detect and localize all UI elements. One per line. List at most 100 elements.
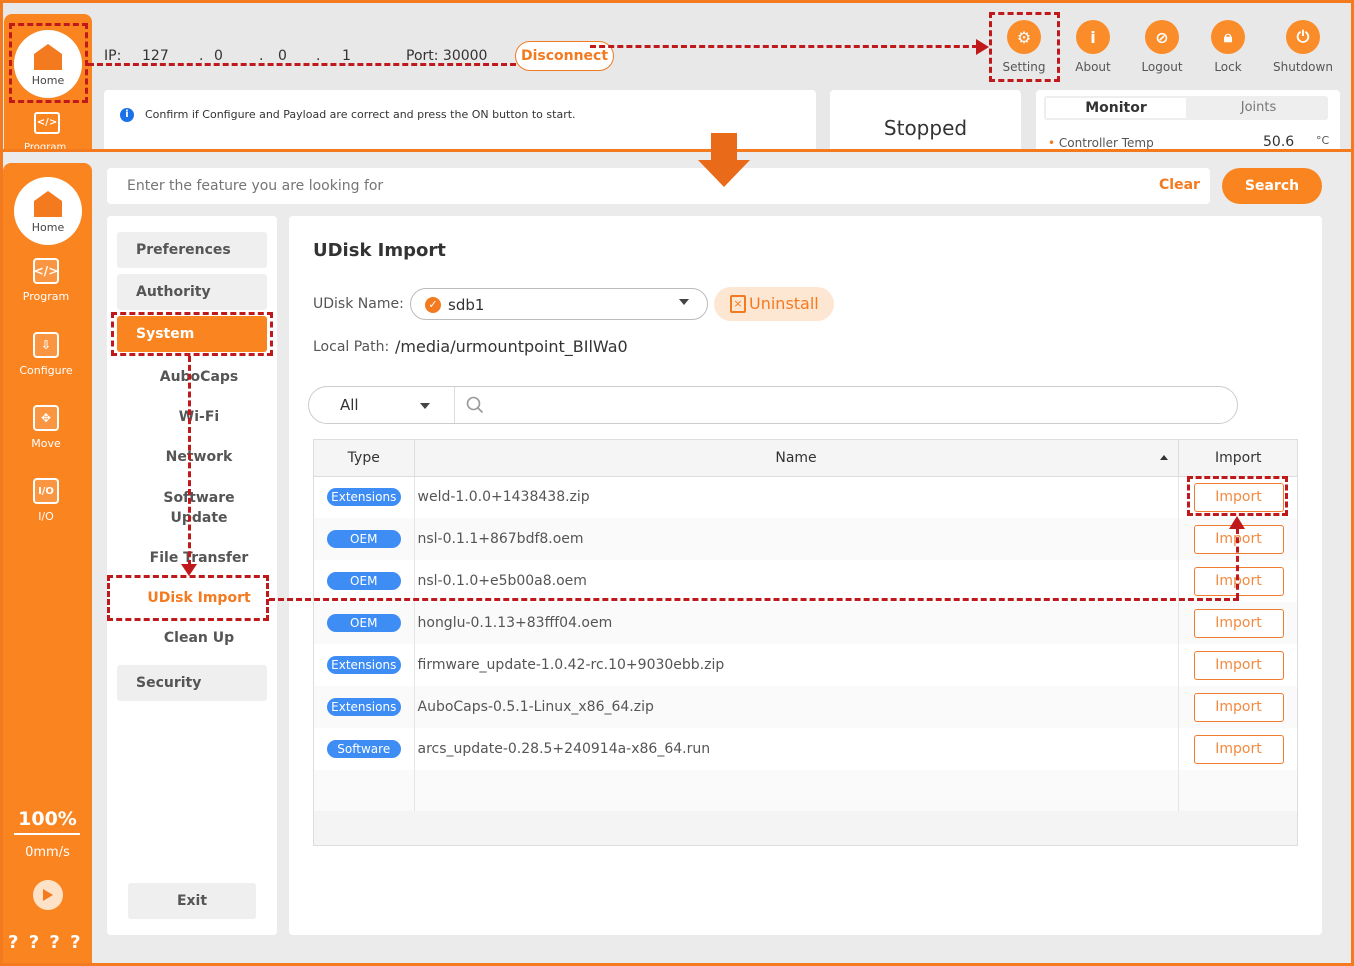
play-button[interactable] — [33, 880, 63, 910]
io-icon: I/O — [33, 478, 59, 504]
cell-name: arcs_update-0.28.5+240914a-x86_64.run — [414, 728, 1179, 770]
cell-name: nsl-0.1.1+867bdf8.oem — [414, 518, 1179, 560]
type-badge: Software — [326, 740, 401, 758]
type-badge: OEM — [326, 530, 401, 548]
import-button[interactable]: Import — [1193, 734, 1284, 764]
feature-search-bar: Clear — [107, 168, 1210, 204]
sidebar-item-configure[interactable]: ⇩ Configure — [0, 332, 92, 377]
submenu-network[interactable]: Network — [117, 449, 281, 465]
annotation-arrowhead — [976, 39, 989, 55]
menu-authority[interactable]: Authority — [117, 274, 267, 310]
home-icon — [34, 190, 62, 217]
filter-bar: All — [308, 386, 1238, 424]
table-row: Extensions AuboCaps-0.5.1-Linux_x86_64.zi… — [314, 686, 1297, 728]
import-button[interactable]: Import — [1193, 692, 1284, 722]
type-badge: Extensions — [326, 488, 401, 507]
local-path-label: Local Path: — [313, 339, 390, 355]
flow-arrow-head — [698, 160, 750, 187]
exit-button[interactable]: Exit — [128, 883, 256, 919]
type-badge: Extensions — [326, 656, 401, 674]
cell-type: OEM — [314, 602, 415, 644]
eject-icon: × — [730, 295, 746, 313]
speed-divider — [14, 833, 80, 835]
home-button[interactable]: Home — [14, 177, 82, 245]
annotation-system-line — [188, 356, 191, 566]
file-table-wrap: Type Name Import Extensions weld-1.0.0+14… — [313, 439, 1298, 846]
col-import-header: Import — [1178, 440, 1297, 477]
annotation-arrowhead-up — [1229, 516, 1245, 529]
chevron-down-icon — [679, 299, 689, 305]
submenu-software[interactable]: Software — [117, 490, 281, 506]
table-row: Extensions firmware_update-1.0.42-rc.10+9… — [314, 644, 1297, 686]
sidebar-item-label: Configure — [19, 364, 73, 377]
cell-type: Extensions — [314, 476, 415, 518]
cell-type: OEM — [314, 560, 415, 602]
sidebar-item-move[interactable]: ✥ Move — [0, 405, 92, 450]
submenu-update[interactable]: Update — [117, 510, 281, 526]
clear-button[interactable]: Clear — [1159, 177, 1200, 193]
speed-percent[interactable]: 100% — [3, 808, 92, 830]
sidebar-item-program[interactable]: </> Program — [0, 258, 92, 303]
annotation-top-line-2 — [590, 45, 978, 48]
play-icon — [43, 889, 53, 901]
col-type-header[interactable]: Type — [314, 440, 415, 477]
table-empty-col-divider-1 — [414, 771, 415, 811]
type-badge: Extensions — [326, 698, 401, 716]
cell-import: Import — [1178, 728, 1297, 770]
import-button[interactable]: Import — [1193, 608, 1284, 638]
table-row: Extensions weld-1.0.0+1438438.zip Import — [314, 476, 1297, 518]
table-footer — [314, 811, 1297, 845]
speed-mm: 0mm/s — [25, 845, 70, 860]
cell-name: weld-1.0.0+1438438.zip — [414, 476, 1179, 518]
annotation-home-box — [9, 23, 88, 103]
table-row: OEM honglu-0.1.13+83fff04.oem Import — [314, 602, 1297, 644]
sidebar-item-label: Move — [31, 437, 61, 450]
table-row: OEM nsl-0.1.0+e5b00a8.oem Import — [314, 560, 1297, 602]
cell-import: Import — [1178, 686, 1297, 728]
submenu-wifi[interactable]: Wi-Fi — [117, 409, 281, 425]
cell-name: nsl-0.1.0+e5b00a8.oem — [414, 560, 1179, 602]
sidebar-bottom-status: ? ? ? ? — [8, 932, 83, 953]
uninstall-label: Uninstall — [749, 294, 819, 313]
page-title: UDisk Import — [313, 240, 446, 261]
download-icon: ⇩ — [33, 332, 59, 358]
sidebar-item-io[interactable]: I/O I/O — [0, 478, 92, 523]
menu-security[interactable]: Security — [117, 665, 267, 701]
search-button[interactable]: Search — [1222, 168, 1322, 204]
cell-type: Software — [314, 728, 415, 770]
cell-type: Extensions — [314, 686, 415, 728]
annotation-import-box — [1187, 476, 1288, 516]
flow-arrow-down — [711, 133, 737, 161]
search-icon[interactable] — [466, 396, 484, 414]
submenu-file-transfer[interactable]: File Transfer — [117, 550, 281, 566]
type-filter-select[interactable]: All — [309, 387, 455, 423]
cell-import: Import — [1178, 644, 1297, 686]
annotation-system-box — [111, 312, 273, 356]
cell-name: AuboCaps-0.5.1-Linux_x86_64.zip — [414, 686, 1179, 728]
submenu-clean-up[interactable]: Clean Up — [117, 630, 281, 646]
table-empty-col-divider-2 — [1178, 771, 1179, 811]
annotation-top-line — [88, 63, 516, 66]
col-name-label: Name — [775, 449, 817, 466]
table-row: Software arcs_update-0.28.5+240914a-x86_6… — [314, 728, 1297, 770]
cell-import: Import — [1178, 602, 1297, 644]
col-name-header[interactable]: Name — [414, 440, 1179, 477]
sort-asc-icon[interactable] — [1159, 455, 1168, 460]
menu-preferences[interactable]: Preferences — [117, 232, 267, 268]
move-icon: ✥ — [33, 405, 59, 431]
cell-type: Extensions — [314, 644, 415, 686]
cell-type: OEM — [314, 518, 415, 560]
uninstall-button[interactable]: × Uninstall — [714, 287, 834, 321]
type-filter-value: All — [340, 396, 359, 414]
feature-search-input[interactable] — [127, 174, 1027, 198]
table-row: OEM nsl-0.1.1+867bdf8.oem Import — [314, 518, 1297, 560]
table-header-row: Type Name Import — [314, 440, 1297, 477]
submenu-aubocaps[interactable]: AuboCaps — [117, 369, 281, 385]
sidebar-item-label: Program — [22, 290, 70, 303]
annotation-import-line — [1236, 528, 1239, 599]
udisk-select[interactable]: ✓ sdb1 — [410, 288, 708, 320]
file-search-input[interactable] — [494, 393, 1194, 417]
cell-name: honglu-0.1.13+83fff04.oem — [414, 602, 1179, 644]
import-button[interactable]: Import — [1193, 650, 1284, 680]
annotation-udisk-box — [107, 575, 269, 621]
